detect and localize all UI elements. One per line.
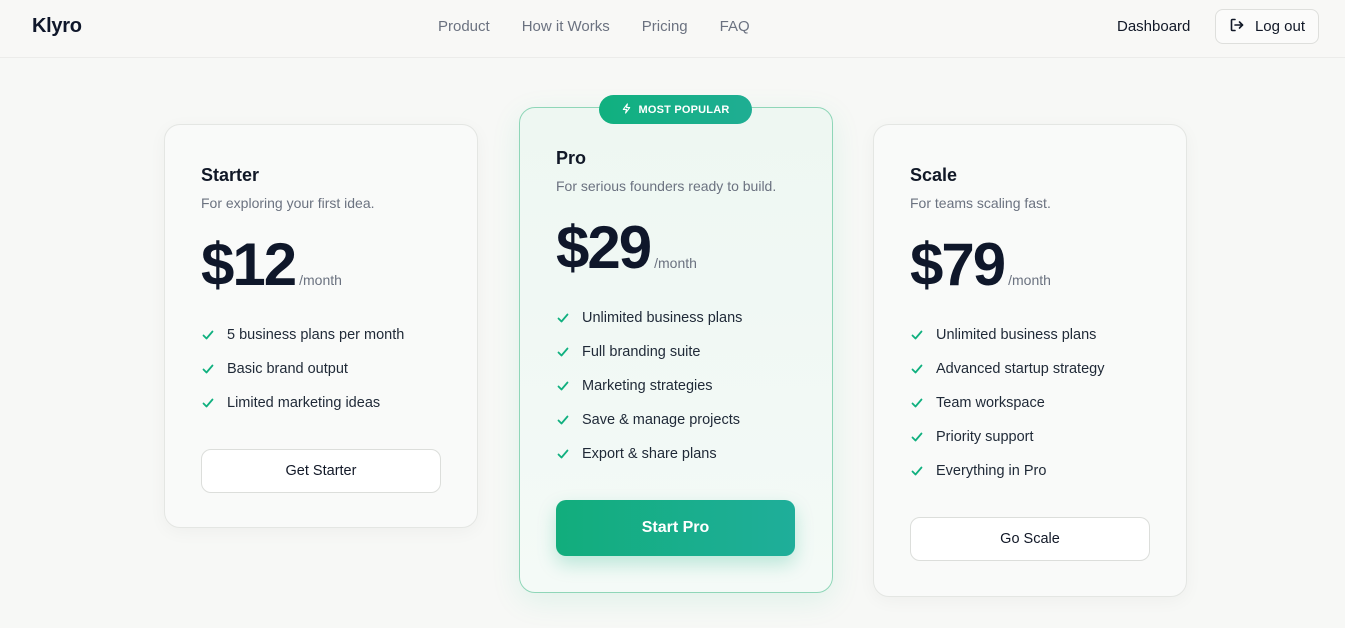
top-nav-bar: Klyro Product How it Works Pricing FAQ D… xyxy=(0,0,1345,58)
logout-icon xyxy=(1229,17,1245,37)
check-icon xyxy=(201,396,215,410)
feature-text: Unlimited business plans xyxy=(582,310,743,326)
check-icon xyxy=(910,430,924,444)
feature-item: Save & manage projects xyxy=(556,403,742,437)
price-amount: $12 xyxy=(201,231,297,298)
plan-price: $12 /month xyxy=(201,235,342,295)
brand-logo[interactable]: Klyro xyxy=(32,15,82,38)
feature-text: 5 business plans per month xyxy=(227,327,405,343)
check-icon xyxy=(910,328,924,342)
dashboard-link[interactable]: Dashboard xyxy=(1117,18,1190,35)
feature-text: Unlimited business plans xyxy=(936,327,1097,343)
plan-card-starter: Starter For exploring your first idea. $… xyxy=(164,124,478,528)
feature-item: Export & share plans xyxy=(556,437,742,471)
check-icon xyxy=(556,447,570,461)
plan-price: $29 /month xyxy=(556,218,697,278)
feature-item: Priority support xyxy=(910,420,1104,454)
nav-link-product[interactable]: Product xyxy=(438,18,490,35)
check-icon xyxy=(910,362,924,376)
check-icon xyxy=(556,379,570,393)
plan-description: For serious founders ready to build. xyxy=(556,178,777,194)
feature-list: 5 business plans per month Basic brand o… xyxy=(201,318,404,420)
price-amount: $29 xyxy=(556,214,652,281)
feature-item: Limited marketing ideas xyxy=(201,386,404,420)
plan-description: For exploring your first idea. xyxy=(201,195,375,211)
nav-link-faq[interactable]: FAQ xyxy=(720,18,750,35)
feature-text: Advanced startup strategy xyxy=(936,361,1105,377)
feature-text: Priority support xyxy=(936,429,1034,445)
check-icon xyxy=(910,464,924,478)
check-icon xyxy=(556,311,570,325)
badge-label: MOST POPULAR xyxy=(638,103,730,116)
go-scale-button[interactable]: Go Scale xyxy=(910,517,1150,561)
feature-list: Unlimited business plans Full branding s… xyxy=(556,301,742,471)
feature-text: Save & manage projects xyxy=(582,412,740,428)
start-pro-button[interactable]: Start Pro xyxy=(556,500,795,556)
feature-item: Unlimited business plans xyxy=(910,318,1104,352)
feature-item: Everything in Pro xyxy=(910,454,1104,488)
check-icon xyxy=(201,328,215,342)
logout-label: Log out xyxy=(1254,18,1306,35)
check-icon xyxy=(556,345,570,359)
feature-text: Marketing strategies xyxy=(582,378,713,394)
plan-name: Scale xyxy=(910,165,958,185)
check-icon xyxy=(201,362,215,376)
lightning-icon xyxy=(621,102,632,117)
plan-price: $79 /month xyxy=(910,235,1051,295)
feature-item: Team workspace xyxy=(910,386,1104,420)
feature-text: Limited marketing ideas xyxy=(227,395,381,411)
get-starter-button[interactable]: Get Starter xyxy=(201,449,441,493)
feature-item: Advanced startup strategy xyxy=(910,352,1104,386)
check-icon xyxy=(910,396,924,410)
plan-card-scale: Scale For teams scaling fast. $79 /month… xyxy=(873,124,1187,597)
price-period: /month xyxy=(1008,272,1051,288)
price-period: /month xyxy=(654,255,697,271)
feature-text: Full branding suite xyxy=(582,344,701,360)
price-amount: $79 xyxy=(910,231,1006,298)
feature-item: Marketing strategies xyxy=(556,369,742,403)
price-period: /month xyxy=(299,272,342,288)
plan-name: Starter xyxy=(201,165,260,185)
plan-description: For teams scaling fast. xyxy=(910,195,1051,211)
nav-link-pricing[interactable]: Pricing xyxy=(642,18,688,35)
plan-name: Pro xyxy=(556,148,587,168)
feature-text: Export & share plans xyxy=(582,446,717,462)
feature-item: 5 business plans per month xyxy=(201,318,404,352)
feature-item: Unlimited business plans xyxy=(556,301,742,335)
feature-item: Full branding suite xyxy=(556,335,742,369)
main-nav: Product How it Works Pricing FAQ xyxy=(438,18,782,35)
feature-text: Everything in Pro xyxy=(936,463,1047,479)
most-popular-badge: MOST POPULAR xyxy=(599,95,752,124)
feature-list: Unlimited business plans Advanced startu… xyxy=(910,318,1104,488)
check-icon xyxy=(556,413,570,427)
feature-item: Basic brand output xyxy=(201,352,404,386)
feature-text: Team workspace xyxy=(936,395,1045,411)
feature-text: Basic brand output xyxy=(227,361,348,377)
plan-card-pro: MOST POPULAR Pro For serious founders re… xyxy=(519,95,833,593)
logout-button[interactable]: Log out xyxy=(1215,9,1319,44)
nav-link-how-it-works[interactable]: How it Works xyxy=(522,18,610,35)
